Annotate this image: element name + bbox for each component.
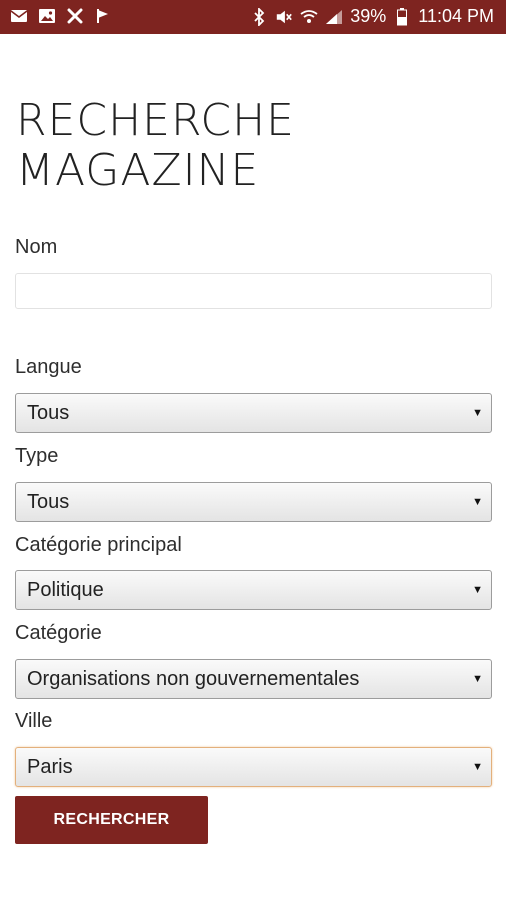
flag-icon xyxy=(94,7,112,25)
system-icons: 39% 11:04 PM xyxy=(250,6,494,27)
mail-icon xyxy=(10,7,28,25)
x-app-icon xyxy=(66,7,84,25)
ville-selected-value: Paris xyxy=(27,755,73,778)
type-label: Type xyxy=(15,445,59,467)
page-title-line-2: MAGAZINE xyxy=(16,145,260,196)
wifi-icon xyxy=(300,8,318,26)
type-selected-value: Tous xyxy=(27,490,70,513)
dropdown-arrow-icon: ▼ xyxy=(472,761,483,773)
categorie-label: Catégorie xyxy=(15,622,102,644)
dropdown-arrow-icon: ▼ xyxy=(472,584,483,596)
dropdown-arrow-icon: ▼ xyxy=(472,407,483,419)
dropdown-arrow-icon: ▼ xyxy=(472,673,483,685)
categorie-principal-selected-value: Politique xyxy=(27,578,104,601)
battery-percentage: 39% xyxy=(350,6,387,26)
signal-icon xyxy=(325,8,343,26)
nom-input[interactable] xyxy=(15,273,492,309)
langue-label: Langue xyxy=(15,356,82,378)
battery-icon xyxy=(393,7,411,26)
categorie-principal-label: Catégorie principal xyxy=(15,534,182,556)
clock: 11:04 PM xyxy=(418,6,494,26)
ville-select[interactable]: Paris ▼ xyxy=(15,747,492,787)
image-icon xyxy=(38,7,56,25)
rechercher-button[interactable]: RECHERCHER xyxy=(15,796,208,844)
ville-label: Ville xyxy=(15,710,53,732)
mute-icon xyxy=(275,8,293,26)
categorie-select[interactable]: Organisations non gouvernementales ▼ xyxy=(15,659,492,699)
page-title: RECHERCHE MAGAZINE xyxy=(16,96,295,196)
langue-select[interactable]: Tous ▼ xyxy=(15,393,492,433)
categorie-principal-select[interactable]: Politique ▼ xyxy=(15,570,492,610)
nom-label: Nom xyxy=(15,236,58,258)
type-select[interactable]: Tous ▼ xyxy=(15,482,492,522)
status-bar: 39% 11:04 PM xyxy=(0,0,506,34)
bluetooth-icon xyxy=(250,7,268,26)
langue-selected-value: Tous xyxy=(27,401,70,424)
dropdown-arrow-icon: ▼ xyxy=(472,496,483,508)
categorie-selected-value: Organisations non gouvernementales xyxy=(27,667,360,690)
page-title-line-1: RECHERCHE xyxy=(16,95,295,146)
notification-icons xyxy=(10,7,112,25)
